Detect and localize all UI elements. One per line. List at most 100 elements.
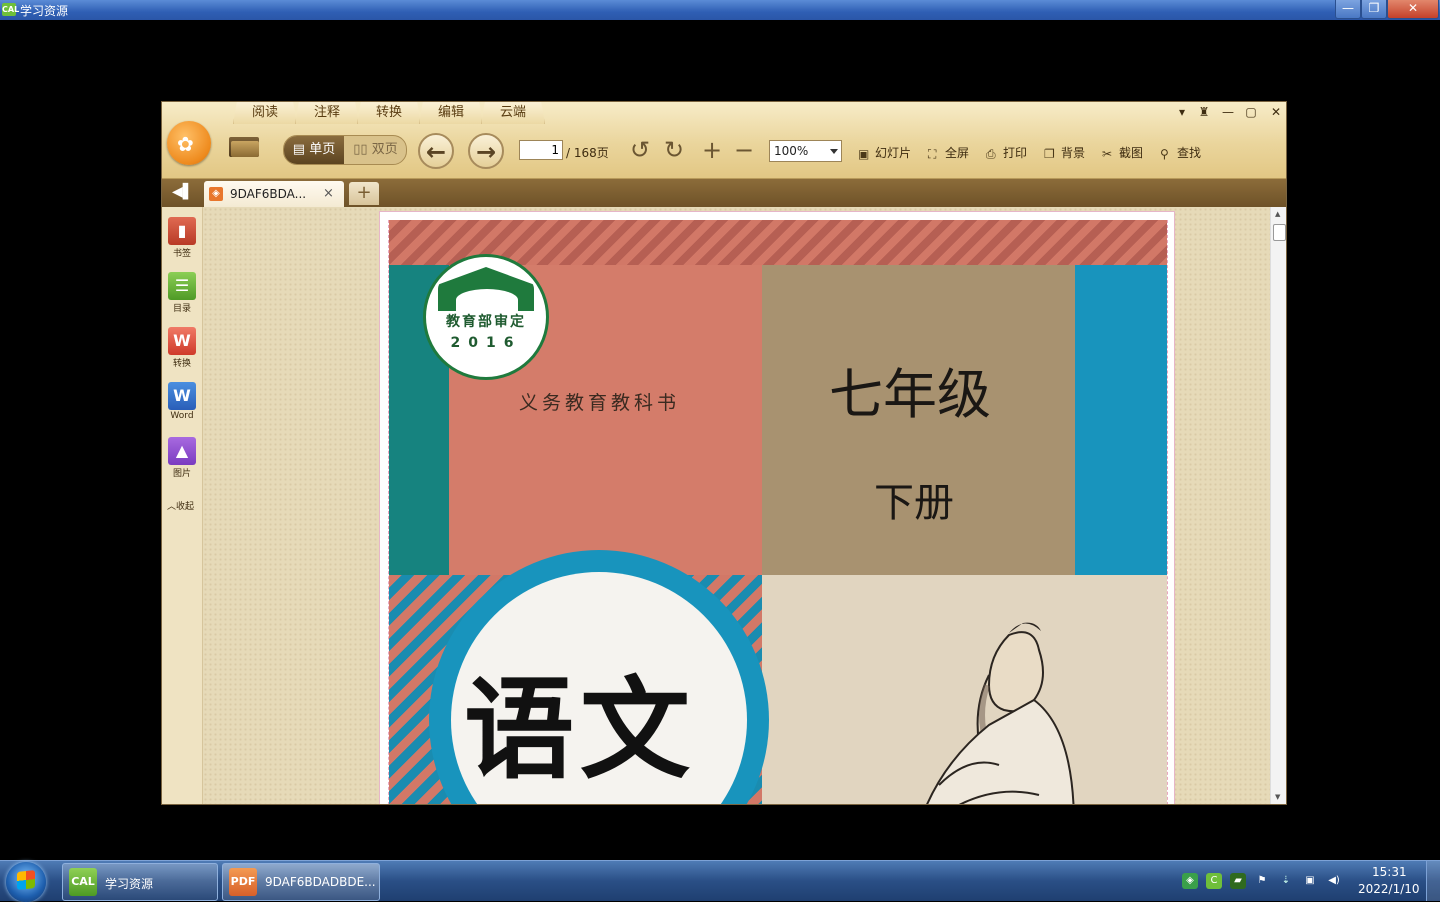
single-page-button[interactable]: ▤ 单页 [284,136,344,164]
sidebar-item-convert[interactable]: W 转换 [168,327,196,369]
maximize-button[interactable]: ❐ [1361,0,1387,19]
menu-tab-edit[interactable]: 编辑 [419,102,483,124]
zoom-select[interactable]: 100% [769,140,842,162]
taskbar-item-pdf-reader[interactable]: PDF 9DAF6BDADBDE... [222,863,380,901]
pdf-page: 语文 教育部审定 2016 义务教育教科书 七年级 下册 [379,211,1175,804]
close-tab-icon[interactable]: × [323,186,334,201]
volume-icon[interactable]: ◀) [1326,873,1342,889]
fullscreen-button[interactable]: ⛶ 全屏 [928,144,969,161]
reader-toolbar: 阅读 注释 转换 编辑 云端 ▾ ♜ — ▢ ✕ ✿ ▤ 单页 ▯▯ 双页 ← … [162,102,1286,179]
clock-time[interactable]: 15:31 [1372,865,1407,879]
rotate-left-icon[interactable]: ↺ [626,136,654,164]
menu-tab-cloud[interactable]: 云端 [481,102,545,124]
reader-maximize-button[interactable]: ▢ [1241,104,1261,120]
dropdown-menu-icon[interactable]: ▾ [1172,104,1192,120]
page-total-label: / 168页 [566,146,609,160]
view-mode-toggle: ▤ 单页 ▯▯ 双页 [283,135,407,165]
search-icon: ⚲ [1160,147,1169,161]
pdf-file-icon: ◈ [209,187,223,201]
double-page-button[interactable]: ▯▯ 双页 [345,136,406,164]
menu-tab-convert[interactable]: 转换 [357,102,421,124]
sidebar-item-toc[interactable]: ☰ 目录 [168,272,196,314]
print-label: 打印 [1003,146,1028,160]
zoom-in-icon[interactable]: + [698,136,726,164]
clock-date[interactable]: 2022/1/10 [1358,882,1420,896]
collapse-sidebar-icon[interactable]: ◀▌ [172,184,194,200]
seal-year: 2016 [450,335,522,351]
pdf-app-icon: PDF [229,868,257,896]
find-label: 查找 [1177,146,1202,160]
printer-icon: ⎙ [986,147,996,161]
new-tab-button[interactable]: + [349,182,379,205]
sidebar-label-image: 图片 [172,469,191,479]
gpu-icon[interactable]: ▰ [1230,873,1246,889]
previous-page-button[interactable]: ← [418,133,454,169]
network-icon[interactable]: ▣ [1302,873,1318,889]
cover-blue-block [1075,265,1167,575]
skin-icon[interactable]: ♜ [1194,104,1214,120]
bookmark-icon: ▮ [168,217,196,245]
seal-text: 教育部审定 [446,314,526,330]
cal-app-icon: CAL [69,868,97,896]
next-page-button[interactable]: → [468,133,504,169]
background-label: 背景 [1061,146,1086,160]
arrow-right-icon: → [475,138,497,166]
document-viewport[interactable]: 语文 教育部审定 2016 义务教育教科书 七年级 下册 [203,207,1270,804]
pdf-to-word-icon: W [168,327,196,355]
sidebar-item-image[interactable]: ▲ 图片 [168,437,196,479]
pdf-reader-window: 阅读 注释 转换 编辑 云端 ▾ ♜ — ▢ ✕ ✿ ▤ 单页 ▯▯ 双页 ← … [161,101,1287,805]
taskbar-item-study-resources[interactable]: CAL 学习资源 [62,863,218,901]
seal-book-inner [456,289,518,311]
zoom-out-icon[interactable]: − [730,136,758,164]
scholar-figure-illustration [926,622,1075,804]
document-tab-title: 9DAF6BDA... [230,187,307,201]
moe-approval-seal: 教育部审定 2016 [423,254,549,380]
scroll-down-icon[interactable]: ▼ [1275,793,1280,801]
sidebar-label-word: Word [170,411,194,421]
reader-minimize-button[interactable]: — [1218,104,1238,120]
reader-close-button[interactable]: ✕ [1266,104,1286,120]
sidebar-fold-button[interactable]: ︿收起 [167,499,194,512]
menu-tab-annotate[interactable]: 注释 [295,102,359,124]
arrow-left-icon: ← [425,138,447,166]
document-tab[interactable]: ◈ 9DAF6BDA... × [204,181,344,207]
find-button[interactable]: ⚲ 查找 [1160,144,1201,161]
scissors-icon: ✂ [1102,147,1113,161]
word-icon: W [168,382,196,410]
safely-remove-icon[interactable]: ⇣ [1278,873,1294,889]
slideshow-button[interactable]: ▣ 幻灯片 [858,144,911,161]
page-number-input[interactable] [519,140,563,160]
folder-front-icon [231,141,259,157]
screenshot-button[interactable]: ✂ 截图 [1102,144,1143,161]
rotate-right-icon[interactable]: ↻ [660,136,688,164]
show-desktop-button[interactable] [1426,861,1440,901]
sidebar-label-bookmark: 书签 [172,249,191,259]
taskbar-item-label: 学习资源 [105,877,154,891]
close-button[interactable]: ✕ [1387,0,1439,19]
menu-tab-read[interactable]: 阅读 [233,102,297,124]
series-title: 义务教育教科书 [519,392,681,414]
start-button[interactable] [6,862,46,902]
outer-title-bar: CAL 学习资源 — ❐ ✕ [0,0,1440,20]
slideshow-icon: ▣ [858,147,870,161]
image-icon: ▲ [168,437,196,465]
fullscreen-label: 全屏 [945,146,970,160]
windows-logo-icon [17,870,35,890]
logo-mascot-icon: ✿ [177,132,194,156]
background-button[interactable]: ❐ 背景 [1044,144,1085,161]
minimize-button[interactable]: — [1335,0,1361,19]
scroll-thumb[interactable] [1273,224,1286,241]
flag-icon[interactable]: ⚑ [1254,873,1270,889]
vertical-scrollbar[interactable]: ▲ ▼ [1270,207,1286,804]
slideshow-label: 幻灯片 [875,146,912,160]
scroll-up-icon[interactable]: ▲ [1275,210,1280,218]
sidebar-item-bookmark[interactable]: ▮ 书签 [168,217,196,259]
shield-icon[interactable]: ◈ [1182,873,1198,889]
screenshot-label: 截图 [1119,146,1144,160]
app-logo-button[interactable]: ✿ [167,121,211,165]
open-folder-button[interactable] [229,133,261,159]
window-title: 学习资源 [20,4,69,18]
cal-tray-icon[interactable]: C [1206,873,1222,889]
print-button[interactable]: ⎙ 打印 [986,144,1027,161]
sidebar-item-word[interactable]: W Word [168,382,196,421]
